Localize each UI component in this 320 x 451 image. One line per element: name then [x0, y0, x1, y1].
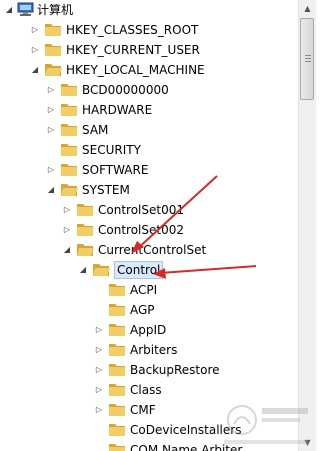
- tree-item-label: Control: [114, 261, 164, 279]
- folder-icon: [109, 304, 125, 316]
- folder-icon: [77, 224, 93, 236]
- tree-root-label: 计算机: [37, 3, 74, 17]
- tree-item[interactable]: ▷ Arbiters: [0, 340, 298, 360]
- tree-item-label: Class: [130, 383, 162, 397]
- tree-item[interactable]: ▷ SAM: [0, 120, 298, 140]
- tree-item-label: CurrentControlSet: [98, 243, 207, 257]
- tree-item-label: SYSTEM: [82, 183, 130, 197]
- tree-item[interactable]: ◢ CurrentControlSet: [0, 240, 298, 260]
- tree-item-label: SAM: [82, 123, 109, 137]
- tree-item-label: HARDWARE: [82, 103, 153, 117]
- tree-item-label: BCD00000000: [82, 83, 169, 97]
- folder-icon: [77, 204, 93, 216]
- collapsed-arrow-icon[interactable]: ▷: [94, 385, 104, 395]
- folder-icon: [109, 384, 125, 396]
- scroll-thumb[interactable]: [300, 18, 314, 100]
- tree-item[interactable]: ▷ ControlSet002: [0, 220, 298, 240]
- tree-item[interactable]: ▷ SOFTWARE: [0, 160, 298, 180]
- collapsed-arrow-icon[interactable]: ▷: [46, 165, 56, 175]
- collapsed-arrow-icon[interactable]: ▷: [46, 125, 56, 135]
- tree-item[interactable]: ACPI: [0, 280, 298, 300]
- tree-item-label: AGP: [130, 303, 155, 317]
- watermark-logo: [224, 405, 308, 444]
- tree-item[interactable]: SECURITY: [0, 140, 298, 160]
- folder-icon: [109, 284, 125, 296]
- expanded-arrow-icon[interactable]: ◢: [62, 245, 72, 255]
- folder-icon: [45, 24, 61, 36]
- folder-icon: [61, 144, 77, 156]
- tree-item[interactable]: ◢ HKEY_LOCAL_MACHINE: [0, 60, 298, 80]
- tree-item[interactable]: ◢ SYSTEM: [0, 180, 298, 200]
- expanded-arrow-icon[interactable]: ◢: [78, 265, 88, 275]
- folder-icon: [61, 84, 77, 96]
- collapsed-arrow-icon[interactable]: ▷: [46, 85, 56, 95]
- tree-item-label: BackupRestore: [130, 363, 220, 377]
- tree-item-label: SOFTWARE: [82, 163, 149, 177]
- tree-item-label: Arbiters: [130, 343, 178, 357]
- tree-item-label: ControlSet002: [98, 223, 184, 237]
- tree-item[interactable]: AGP: [0, 300, 298, 320]
- folder-icon: [61, 164, 77, 176]
- tree-item[interactable]: ◢ Control: [0, 260, 298, 280]
- collapsed-arrow-icon[interactable]: ▷: [62, 225, 72, 235]
- folder-icon: [109, 344, 125, 356]
- folder-icon: [45, 44, 61, 56]
- tree-item[interactable]: ▷ BackupRestore: [0, 360, 298, 380]
- folder-icon: [45, 64, 62, 76]
- tree-item-label: CMF: [130, 403, 156, 417]
- tree-item-label: HKEY_LOCAL_MACHINE: [66, 63, 205, 77]
- tree-item[interactable]: ▷ Class: [0, 380, 298, 400]
- folder-icon: [61, 104, 77, 116]
- folder-icon: [61, 124, 77, 136]
- tree-item-label: HKEY_CURRENT_USER: [66, 43, 200, 57]
- expanded-arrow-icon[interactable]: ◢: [4, 5, 14, 15]
- folder-icon: [109, 324, 125, 336]
- folder-icon: [61, 184, 78, 196]
- tree-item[interactable]: ▷ HKEY_CLASSES_ROOT: [0, 20, 298, 40]
- tree-item[interactable]: ▷ HARDWARE: [0, 100, 298, 120]
- tree-item[interactable]: ▷ ControlSet001: [0, 200, 298, 220]
- tree-item-label: ControlSet001: [98, 203, 184, 217]
- tree-item-label: SECURITY: [82, 143, 141, 157]
- folder-icon: [109, 424, 125, 436]
- collapsed-arrow-icon[interactable]: ▷: [30, 45, 40, 55]
- collapsed-arrow-icon[interactable]: ▷: [94, 325, 104, 335]
- collapsed-arrow-icon[interactable]: ▷: [46, 105, 56, 115]
- expanded-arrow-icon[interactable]: ◢: [46, 185, 56, 195]
- folder-icon: [77, 244, 94, 256]
- tree-item-label: AppID: [130, 323, 167, 337]
- folder-icon: [109, 444, 125, 451]
- tree-item[interactable]: ▷ BCD00000000: [0, 80, 298, 100]
- computer-icon: [17, 2, 34, 16]
- collapsed-arrow-icon[interactable]: ▷: [62, 205, 72, 215]
- vertical-scrollbar[interactable]: ▲ ▼: [298, 0, 316, 451]
- tree-item[interactable]: ▷ HKEY_CURRENT_USER: [0, 40, 298, 60]
- scroll-up-arrow-icon[interactable]: ▲: [299, 0, 316, 17]
- collapsed-arrow-icon[interactable]: ▷: [94, 345, 104, 355]
- collapsed-arrow-icon[interactable]: ▷: [94, 365, 104, 375]
- folder-icon: [109, 404, 125, 416]
- tree-item-label: ACPI: [130, 283, 158, 297]
- folder-icon: [93, 264, 110, 276]
- collapsed-arrow-icon[interactable]: ▷: [30, 25, 40, 35]
- expanded-arrow-icon[interactable]: ◢: [30, 65, 40, 75]
- collapsed-arrow-icon[interactable]: ▷: [94, 405, 104, 415]
- tree-item-label: HKEY_CLASSES_ROOT: [66, 23, 199, 37]
- registry-tree: ◢ 计算机 ▷ HKEY_CLASSES_ROOT ▷ HKEY_CURRENT_US…: [0, 0, 298, 451]
- folder-icon: [109, 364, 125, 376]
- tree-root-computer[interactable]: ◢ 计算机: [0, 0, 298, 20]
- tree-item[interactable]: ▷ AppID: [0, 320, 298, 340]
